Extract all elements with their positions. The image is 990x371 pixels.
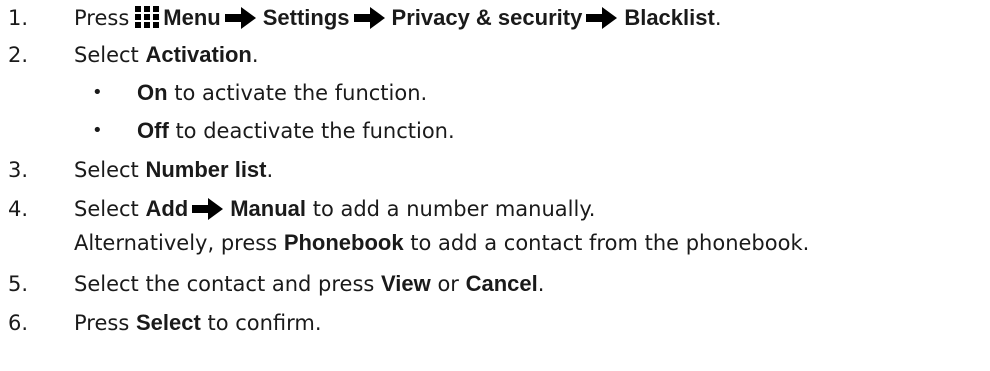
bullet-text: Off to deactivate the function.: [137, 118, 455, 143]
right-arrow-icon: [224, 6, 257, 37]
step-text: Press Select to confirm.: [74, 310, 322, 335]
blacklist-label: Blacklist: [624, 5, 715, 30]
step-number: 6.: [8, 311, 29, 335]
right-arrow-icon: [192, 197, 224, 228]
grid-menu-icon: [135, 6, 160, 35]
right-arrow-icon: [586, 6, 618, 37]
step-text: Select the contact and press View or Can…: [74, 271, 545, 296]
step-number: 1.: [8, 6, 29, 30]
privacy-label: Privacy & security: [391, 5, 583, 30]
settings-label: Settings: [262, 5, 350, 30]
step-number: 4.: [8, 197, 29, 221]
bullet-icon: •: [92, 82, 103, 103]
step-text: Press Menu Settings Privacy & security Blac…: [74, 4, 722, 37]
step-number: 5.: [8, 272, 29, 296]
step-number: 2.: [8, 43, 29, 67]
step-text: Select Activation.: [74, 42, 259, 67]
step-text: Select Number list.: [74, 157, 274, 182]
bullet-icon: •: [92, 120, 103, 141]
menu-label: Menu: [163, 5, 221, 30]
step-text: Select Add Manual to add a number manuall…: [74, 195, 595, 228]
step-number: 3.: [8, 158, 29, 182]
step-text: Alternatively, press Phonebook to add a …: [74, 230, 810, 255]
right-arrow-icon: [353, 6, 386, 37]
bullet-text: On to activate the function.: [137, 80, 428, 105]
